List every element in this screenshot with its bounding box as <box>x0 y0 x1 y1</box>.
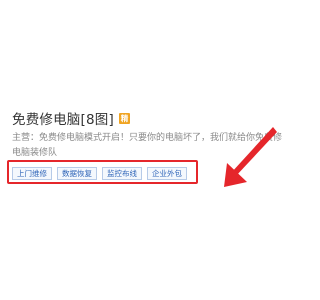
title-row: 免费修电脑[8图] 精 <box>12 108 130 128</box>
listing-title[interactable]: 免费修电脑[8图] <box>12 108 114 128</box>
tag-list: 上门维修 数据恢复 监控布线 企业外包 <box>12 167 187 180</box>
arrow-head <box>224 163 247 187</box>
listing-description: 主营：免费修电脑模式开启！只要你的电脑坏了，我们就给你免费修电脑装修队 <box>12 133 283 158</box>
tag-data-recovery[interactable]: 数据恢复 <box>57 167 97 180</box>
featured-badge-icon: 精 <box>118 112 130 124</box>
tag-surveillance-wiring[interactable]: 监控布线 <box>102 167 142 180</box>
listing-card: 免费修电脑[8图] 精 主营：免费修电脑模式开启！只要你的电脑坏了，我们就给你免… <box>0 0 300 300</box>
tag-enterprise-outsourcing[interactable]: 企业外包 <box>147 167 187 180</box>
tag-onsite-repair[interactable]: 上门维修 <box>12 167 52 180</box>
